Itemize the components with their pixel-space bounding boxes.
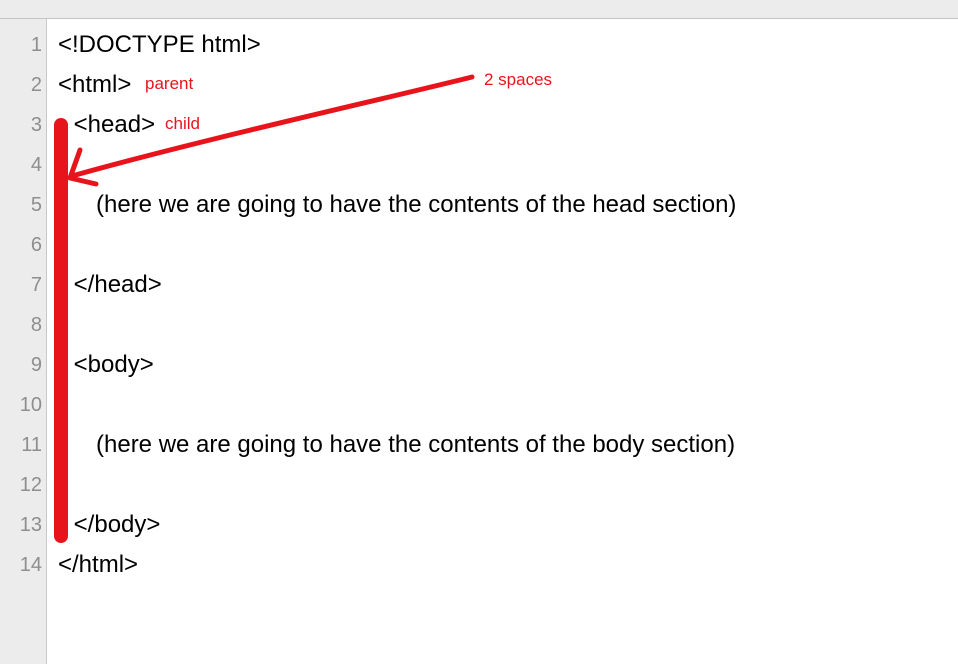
line-number: 10 bbox=[19, 394, 42, 416]
code-editor: 1 2 3 4 5 6 7 8 9 10 11 12 13 14 <!DOCTY… bbox=[0, 0, 958, 664]
code-line[interactable]: <html> bbox=[58, 72, 131, 98]
code-line[interactable]: (here we are going to have the contents … bbox=[76, 432, 735, 458]
line-number: 6 bbox=[30, 234, 42, 256]
code-line[interactable]: </body> bbox=[67, 512, 161, 538]
code-line[interactable]: </head> bbox=[67, 272, 162, 298]
code-line[interactable]: <body> bbox=[67, 352, 154, 378]
line-number: 3 bbox=[30, 114, 42, 136]
line-number: 13 bbox=[19, 514, 42, 536]
line-number: 5 bbox=[30, 194, 42, 216]
line-number: 12 bbox=[19, 474, 42, 496]
line-number: 1 bbox=[30, 34, 42, 56]
annotation-2-spaces: 2 spaces bbox=[484, 70, 553, 89]
code-line[interactable]: (here we are going to have the contents … bbox=[76, 192, 736, 218]
line-number: 9 bbox=[30, 354, 42, 376]
line-number: 4 bbox=[30, 154, 42, 176]
annotation-parent: parent bbox=[145, 74, 194, 93]
code-line[interactable]: <!DOCTYPE html> bbox=[58, 32, 261, 58]
line-number: 8 bbox=[30, 314, 42, 336]
line-number: 2 bbox=[30, 74, 42, 96]
line-number: 14 bbox=[19, 554, 42, 576]
line-number-gutter: 1 2 3 4 5 6 7 8 9 10 11 12 13 14 bbox=[0, 19, 47, 664]
code-line[interactable]: </html> bbox=[58, 552, 138, 578]
annotation-child: child bbox=[165, 114, 200, 133]
line-number: 11 bbox=[21, 434, 42, 456]
code-line[interactable]: <head> bbox=[67, 112, 155, 138]
line-number: 7 bbox=[30, 274, 42, 296]
editor-top-bar bbox=[0, 0, 958, 19]
